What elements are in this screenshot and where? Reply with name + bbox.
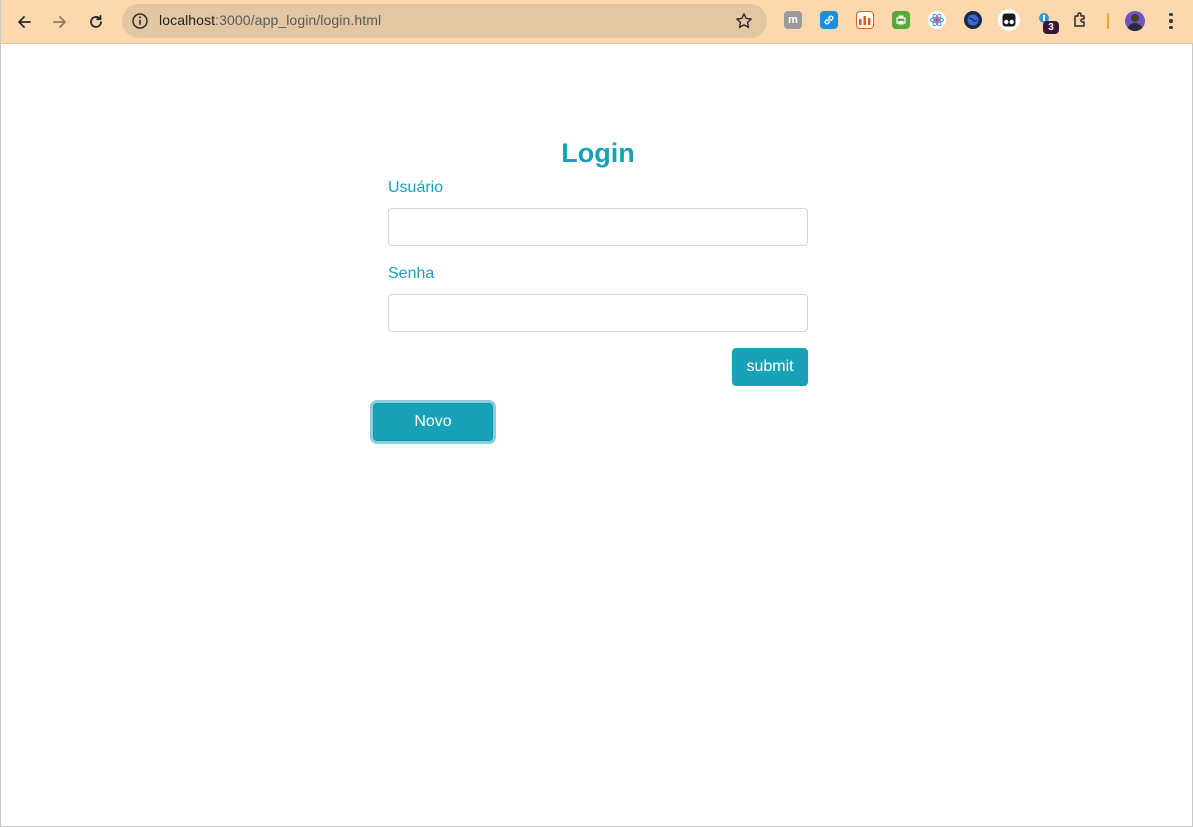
link-icon (824, 15, 834, 25)
reload-button[interactable] (82, 8, 110, 36)
kebab-menu-icon[interactable] (1162, 11, 1180, 31)
forward-button[interactable] (46, 8, 74, 36)
react-devtools-extension-icon[interactable] (928, 11, 946, 29)
arrow-left-icon (18, 16, 31, 28)
url-path: :3000/app_login/login.html (215, 12, 382, 28)
globe-icon (967, 14, 979, 26)
reload-icon (90, 14, 102, 28)
username-input[interactable] (388, 208, 808, 246)
extension-badge: 3 (1043, 21, 1059, 34)
address-bar[interactable]: localhost:3000/app_login/login.html (122, 4, 767, 38)
puzzle-icon (1074, 12, 1085, 27)
mastodon-extension-icon[interactable]: m (784, 11, 802, 29)
printer-icon (896, 15, 906, 25)
profile-avatar[interactable] (1125, 11, 1145, 31)
new-user-button[interactable]: Novo usuario (373, 403, 493, 466)
link-extension-icon[interactable] (820, 11, 838, 29)
browser-window: localhost:3000/app_login/login.html m 3 … (0, 0, 1193, 827)
username-label: Usuário (388, 179, 444, 196)
info-icon[interactable] (131, 12, 149, 30)
chart-extension-icon[interactable] (856, 11, 874, 29)
star-icon[interactable] (735, 12, 753, 30)
page-title: Login (561, 138, 635, 168)
password-input[interactable] (388, 294, 808, 332)
avatar-head (1131, 14, 1139, 22)
password-label: Senha (388, 265, 435, 282)
extensions-button[interactable] (1072, 11, 1090, 29)
submit-button[interactable]: submit (732, 348, 808, 386)
globe-extension-icon[interactable] (964, 11, 982, 29)
url-text[interactable]: localhost:3000/app_login/login.html (159, 12, 381, 28)
avatar-body (1127, 23, 1143, 31)
toolbar-divider (1107, 13, 1109, 29)
bar-chart-icon (859, 16, 871, 25)
page-content: Login Usuário Senha submit Novo usuario (1, 44, 1193, 827)
atom-icon (930, 13, 944, 27)
url-host: localhost (159, 12, 216, 28)
browser-toolbar: localhost:3000/app_login/login.html m 3 (1, 0, 1193, 44)
print-extension-icon[interactable] (892, 11, 910, 29)
back-button[interactable] (10, 8, 38, 36)
tampermonkey-extension-icon[interactable] (998, 9, 1020, 31)
arrow-right-icon (53, 16, 66, 28)
monkey-icon (1002, 13, 1016, 27)
